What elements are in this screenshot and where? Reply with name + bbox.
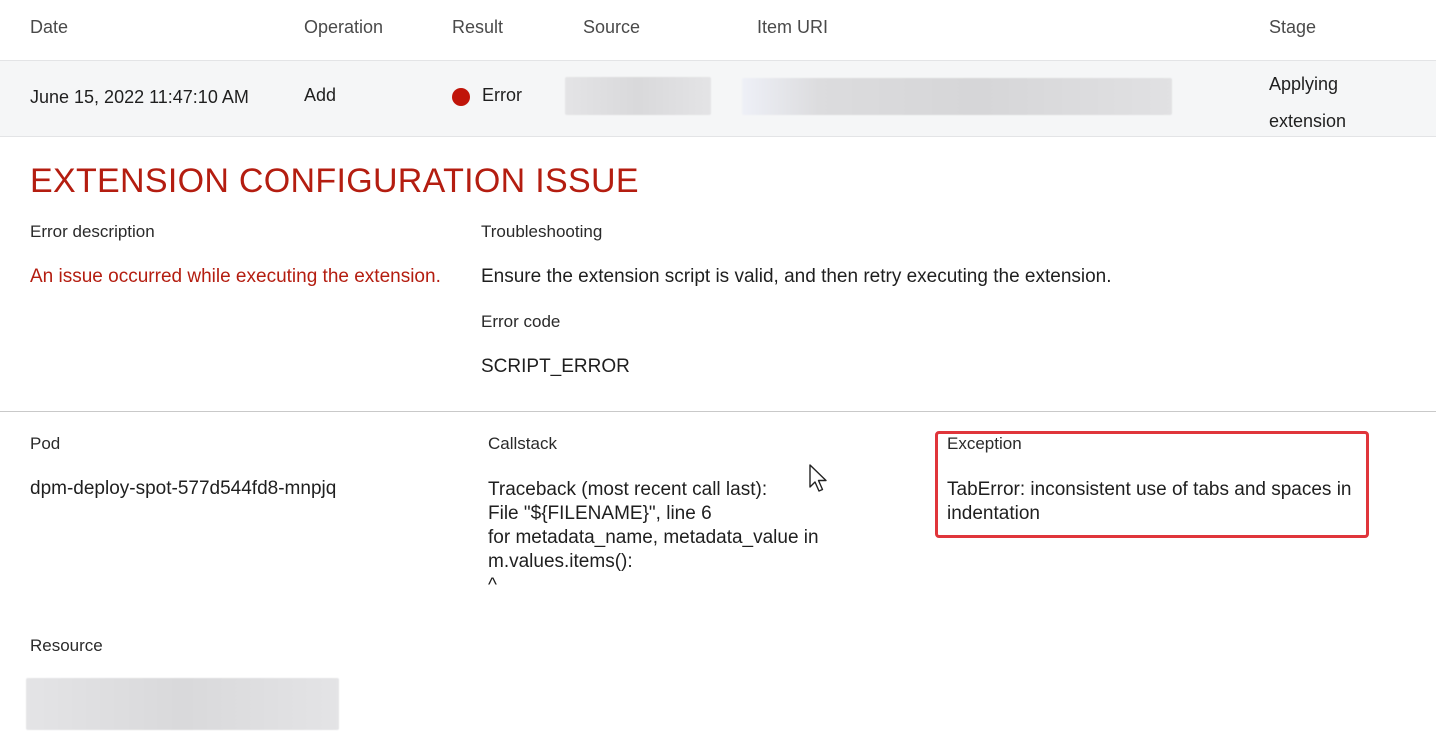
row-stage: Applying extension xyxy=(1269,66,1419,140)
row-stage-line1: Applying xyxy=(1269,74,1339,94)
mouse-pointer-icon xyxy=(809,464,827,492)
header-operation[interactable]: Operation xyxy=(304,17,383,38)
row-operation: Add xyxy=(304,85,337,105)
row-source-redacted xyxy=(565,77,711,115)
error-code-label: Error code xyxy=(481,312,561,331)
exception-text: TabError: inconsistent use of tabs and s… xyxy=(947,479,1352,524)
table-row[interactable]: June 15, 2022 11:47:10 AM Add Error Appl… xyxy=(0,60,1436,137)
header-result[interactable]: Result xyxy=(452,17,503,38)
pod-label: Pod xyxy=(30,434,61,453)
troubleshooting-text: Ensure the extension script is valid, an… xyxy=(481,266,1112,287)
row-result: Error xyxy=(482,85,522,105)
resource-label: Resource xyxy=(30,636,103,655)
table-header: Date Operation Result Source Item URI St… xyxy=(0,0,1436,60)
exception-label: Exception xyxy=(947,434,1022,453)
header-source[interactable]: Source xyxy=(583,17,640,38)
row-stage-line2: extension xyxy=(1269,111,1347,131)
row-date: June 15, 2022 11:47:10 AM xyxy=(30,87,249,107)
row-item-uri-redacted xyxy=(742,78,1172,115)
error-description: An issue occurred while executing the ex… xyxy=(30,266,441,287)
header-stage[interactable]: Stage xyxy=(1269,17,1316,38)
callstack-text: Traceback (most recent call last): File … xyxy=(488,479,819,596)
section-divider xyxy=(0,411,1436,412)
callstack-label: Callstack xyxy=(488,434,557,453)
error-code: SCRIPT_ERROR xyxy=(481,356,630,377)
error-dot-icon xyxy=(452,88,470,106)
error-description-label: Error description xyxy=(30,222,155,241)
header-date[interactable]: Date xyxy=(30,17,68,38)
troubleshooting-label: Troubleshooting xyxy=(481,222,603,241)
resource-redacted xyxy=(26,678,339,730)
pod-value: dpm-deploy-spot-577d544fd8-mnpjq xyxy=(30,478,337,499)
header-item-uri[interactable]: Item URI xyxy=(757,17,828,38)
extension-log-page: Date Operation Result Source Item URI St… xyxy=(0,0,1436,741)
issue-title: EXTENSION CONFIGURATION ISSUE xyxy=(30,162,639,200)
